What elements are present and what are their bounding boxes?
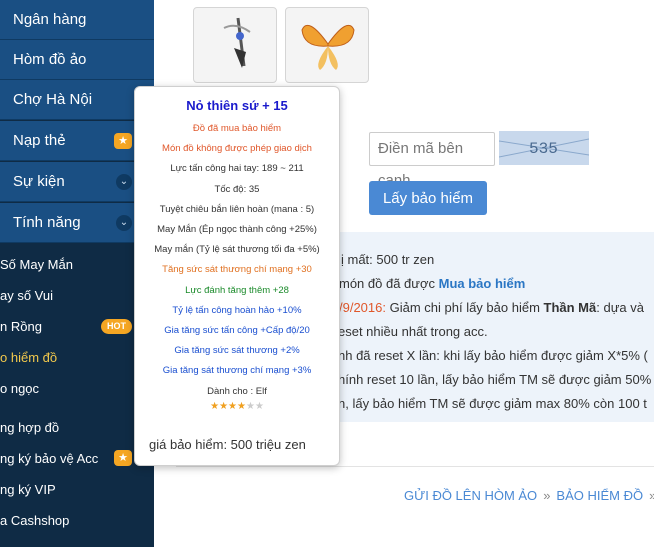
tooltip-line: Dành cho : Elf xyxy=(207,385,267,397)
submenu-protect-acc[interactable]: ng ký bảo vệ Acc ★ xyxy=(0,443,154,474)
star-icon: ★ xyxy=(114,133,132,149)
tooltip-line: Lực tấn công hai tay: 189 ~ 211 xyxy=(170,163,304,175)
tooltip-line: Lực đánh tăng thêm +28 xyxy=(185,284,289,296)
menu-label: Tính năng xyxy=(13,214,81,231)
tooltip-line: May mắn (Tỷ lệ sát thương tối đa +5%) xyxy=(154,244,320,256)
tooltip-line: Tăng sức sát thương chí mạng +30 xyxy=(162,264,312,276)
info-line: món đồ đã được Mua bảo hiểm xyxy=(339,276,526,291)
menu-features[interactable]: Tính năng ⌄ xyxy=(0,203,154,243)
tooltip-line: Món đồ không được phép giao dịch xyxy=(162,143,312,155)
crossbow-icon xyxy=(223,17,251,68)
info-line: nh đã reset X lần: khi lấy bảo hiểm được… xyxy=(338,348,648,363)
tooltip-line: Gia tăng sức sát thương +2% xyxy=(174,345,300,357)
tooltip-line: Tuyệt chiêu bắn liên hoàn (mana : 5) xyxy=(159,203,315,215)
menu-virtual-chest[interactable]: Hòm đồ ảo xyxy=(0,40,154,80)
item-slot-wings[interactable] xyxy=(285,7,369,83)
tooltip-line: Gia tăng sức tấn công +Cấp độ/20 xyxy=(164,325,310,336)
breadcrumb-separator: » xyxy=(649,488,654,503)
tooltip-line: May Mắn (Ép ngọc thành công +25%) xyxy=(157,224,317,235)
menu-bank[interactable]: Ngân hàng xyxy=(0,0,154,40)
buy-insurance-link[interactable]: Mua bảo hiểm xyxy=(439,276,526,291)
tooltip-title: Nỏ thiên sứ + 15 xyxy=(186,98,288,113)
submenu-label: o hiểm đồ xyxy=(0,350,58,365)
star-icon: ★ xyxy=(114,450,132,466)
get-insurance-button[interactable]: Lấy bảo hiểm xyxy=(369,181,487,215)
submenu-label: ng ký VIP xyxy=(0,482,56,497)
star-icon: ★ xyxy=(210,401,220,412)
captcha-input[interactable]: Điền mã bên cạnh xyxy=(369,132,495,189)
captcha-image: 535 xyxy=(499,131,589,165)
star-icon: ★ xyxy=(228,401,237,412)
submenu-item-insurance[interactable]: o hiểm đồ xyxy=(0,342,154,373)
hot-badge: HOT xyxy=(101,319,132,334)
submenu-label: n Rồng xyxy=(0,319,42,334)
info-line: n, lấy bảo hiểm TM sẽ được giảm max 80% … xyxy=(338,396,647,411)
chevron-down-icon: ⌄ xyxy=(116,215,132,231)
submenu-label: a Cashshop xyxy=(0,513,70,528)
tooltip-line: Đồ đã mua bảo hiểm xyxy=(192,123,282,134)
captcha-text: 535 xyxy=(529,140,558,158)
breadcrumb-separator: » xyxy=(543,488,551,503)
wings-icon xyxy=(301,24,355,70)
submenu-cashshop[interactable]: a Cashshop xyxy=(0,505,154,536)
submenu-label: ay số Vui xyxy=(0,288,53,303)
info-line: ị mất: 500 tr zen xyxy=(341,252,435,267)
submenu-label: o ngọc xyxy=(0,381,40,396)
submenu-dragon[interactable]: n Rồng HOT xyxy=(0,311,154,342)
submenu-label: ng hợp đồ xyxy=(0,420,60,435)
tooltip-line: Tốc độ: 35 xyxy=(214,183,260,195)
menu-market[interactable]: Chợ Hà Nội xyxy=(0,80,154,120)
submenu-vip[interactable]: ng ký VIP xyxy=(0,474,154,505)
submenu-gem[interactable]: o ngọc xyxy=(0,373,154,404)
chevron-down-icon: ⌄ xyxy=(116,174,132,190)
item-tooltip: Nỏ thiên sứ + 15 Đồ đã mua bảo hiểm Món đ… xyxy=(134,86,340,466)
menu-topup[interactable]: Nạp thẻ ★ xyxy=(0,121,154,161)
tooltip-line: Gia tăng sát thương chí mạng +3% xyxy=(162,365,312,377)
submenu-label: ng ký bảo vệ Acc xyxy=(0,451,99,466)
star-icon: ★ xyxy=(237,401,246,412)
submenu-lucky-number[interactable]: Số May Mắn xyxy=(0,249,154,280)
breadcrumb-link-insurance[interactable]: BẢO HIỂM ĐỒ xyxy=(556,488,643,503)
menu-label: Ngân hàng xyxy=(13,11,87,28)
info-line: eset nhiều nhất trong acc. xyxy=(338,324,488,339)
item-slot-crossbow[interactable] xyxy=(193,7,277,83)
star-icon: ★ xyxy=(254,401,264,412)
submenu-combine[interactable]: ng hợp đồ xyxy=(0,412,154,443)
tooltip-line: Tỷ lệ tấn công hoàn hảo +10% xyxy=(172,304,302,316)
insurance-price: giá bảo hiểm: 500 triệu zen xyxy=(149,437,306,452)
menu-label: Sự kiện xyxy=(13,173,65,190)
rating-stars: ★★★★★★ xyxy=(135,401,339,412)
menu-label: Nạp thẻ xyxy=(13,132,66,149)
sidebar: Ngân hàng Hòm đồ ảo Chợ Hà Nội Nạp thẻ ★ … xyxy=(0,0,154,547)
breadcrumb-link-chest[interactable]: GỬI ĐỒ LÊN HÒM ẢO xyxy=(404,488,537,503)
menu-label: Chợ Hà Nội xyxy=(13,91,93,108)
menu-events[interactable]: Sự kiện ⌄ xyxy=(0,162,154,202)
breadcrumb: GỬI ĐỒ LÊN HÒM ẢO » BẢO HIỂM ĐỒ » xyxy=(404,488,654,503)
star-icon: ★ xyxy=(245,401,255,412)
info-line: /9/2016: Giảm chi phí lấy bảo hiểm Thần … xyxy=(339,300,644,315)
submenu-fun-number[interactable]: ay số Vui xyxy=(0,280,154,311)
submenu-label: Số May Mắn xyxy=(0,257,73,272)
info-line: hính reset 10 lần, lấy bảo hiểm TM sẽ đư… xyxy=(338,372,652,387)
menu-label: Hòm đồ ảo xyxy=(13,51,87,68)
star-icon: ★ xyxy=(219,401,229,412)
